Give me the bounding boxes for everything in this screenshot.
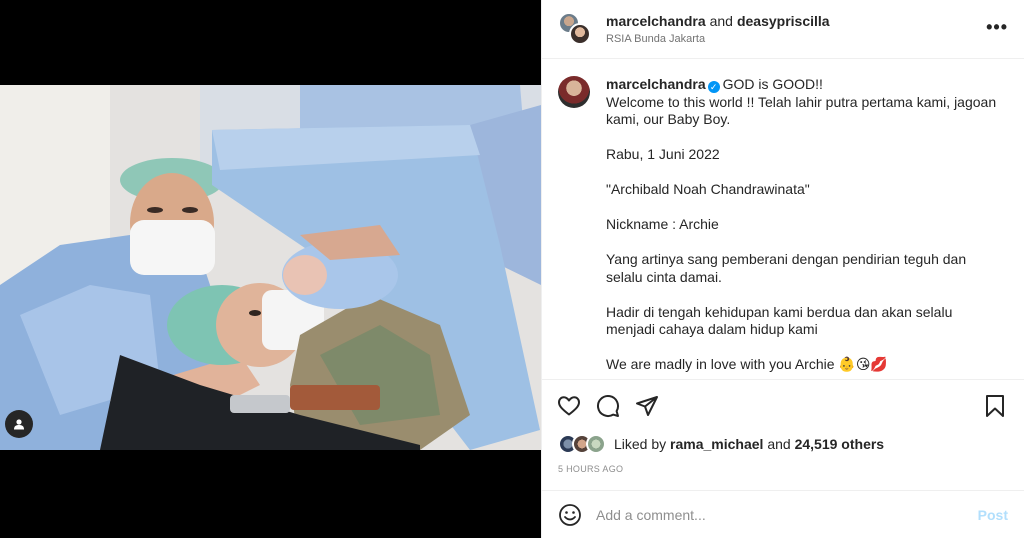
header-and-text: and xyxy=(709,13,733,29)
share-button[interactable] xyxy=(634,393,660,419)
caption-line-5: Nickname : Archie xyxy=(606,216,719,232)
comment-input[interactable] xyxy=(596,506,970,523)
smiley-icon xyxy=(559,503,581,526)
likes-prefix: Liked by xyxy=(614,436,667,452)
caption-username[interactable]: marcelchandra xyxy=(606,76,706,92)
caption-line-8: We are madly in love with you Archie 👶😘💋 xyxy=(606,356,1001,375)
likes-count-link[interactable]: 24,519 others xyxy=(795,436,885,452)
likes-summary: Liked by rama_michael and 24,519 others xyxy=(558,432,1008,456)
share-icon xyxy=(636,395,658,416)
comment-button[interactable] xyxy=(595,393,621,419)
username-link-1[interactable]: marcelchandra xyxy=(606,13,706,29)
bookmark-icon xyxy=(986,394,1004,417)
avatar-deasypriscilla[interactable] xyxy=(569,23,591,45)
username-link-2[interactable]: deasypriscilla xyxy=(737,13,830,29)
collab-avatars[interactable] xyxy=(558,12,592,46)
caption-text: marcelchandra ✓ GOD is GOOD!! Welcome to t… xyxy=(606,76,1001,375)
caption-line-8-text: We are madly in love with you Archie xyxy=(606,356,835,372)
likes-and: and xyxy=(767,436,791,452)
caption-row: marcelchandra ✓ GOD is GOOD!! Welcome to t… xyxy=(558,76,1008,375)
caption-line-2: Welcome to this world !! Telah lahir put… xyxy=(606,93,997,128)
likes-text: Liked by rama_michael and 24,519 others xyxy=(614,436,884,452)
caption-line-3: Rabu, 1 Juni 2022 xyxy=(606,146,720,162)
action-bar xyxy=(542,379,1024,431)
liker-avatars xyxy=(558,433,610,455)
caption-line-1: GOD is GOOD!! xyxy=(722,76,823,92)
photo-illustration xyxy=(0,85,541,450)
verified-badge-icon: ✓ xyxy=(707,81,720,93)
tagged-users-button[interactable] xyxy=(5,410,33,438)
caption-line-6: Yang artinya sang pemberani dengan pendi… xyxy=(606,251,967,285)
heart-icon xyxy=(558,395,580,415)
post-timestamp[interactable]: 5 HOURS AGO xyxy=(558,464,623,474)
post-photo[interactable] xyxy=(0,85,541,450)
emoji-picker-button[interactable] xyxy=(558,503,582,527)
media-pane xyxy=(0,0,541,538)
like-button[interactable] xyxy=(556,393,582,419)
caption-emojis: 👶😘💋 xyxy=(838,357,888,373)
caption-line-4: "Archibald Noah Chandrawinata" xyxy=(606,181,810,197)
caption-line-7: Hadir di tengah kehidupan kami berdua da… xyxy=(606,303,953,338)
caption-avatar[interactable] xyxy=(558,76,590,108)
post-header: marcelchandra and deasypriscilla RSIA Bund… xyxy=(542,0,1024,59)
caption-scroll-area[interactable]: marcelchandra ✓ GOD is GOOD!! Welcome to t… xyxy=(542,60,1024,378)
liker-username-link[interactable]: rama_michael xyxy=(670,436,763,452)
post-comment-button[interactable]: Post xyxy=(978,507,1008,523)
post-modal: marcelchandra and deasypriscilla RSIA Bund… xyxy=(0,0,1024,538)
location-link[interactable]: RSIA Bunda Jakarta xyxy=(606,33,830,45)
post-details-panel: marcelchandra and deasypriscilla RSIA Bund… xyxy=(541,0,1024,538)
save-button[interactable] xyxy=(982,393,1008,419)
header-text: marcelchandra and deasypriscilla RSIA Bund… xyxy=(606,13,830,45)
comment-icon xyxy=(597,394,619,417)
comment-bar: Post xyxy=(542,490,1024,538)
user-tag-icon xyxy=(14,419,24,430)
more-options-button[interactable]: ••• xyxy=(986,18,1008,36)
header-usernames: marcelchandra and deasypriscilla xyxy=(606,13,830,29)
liker-avatar xyxy=(586,434,606,454)
